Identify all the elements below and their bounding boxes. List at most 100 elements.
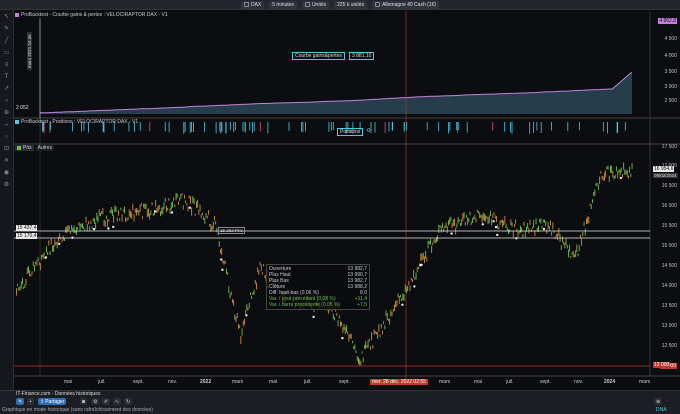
position-bar xyxy=(579,122,580,131)
candle xyxy=(409,285,411,292)
candle xyxy=(401,298,403,302)
candle xyxy=(484,213,485,221)
candle xyxy=(529,219,531,225)
candle xyxy=(197,199,199,208)
drawing-button[interactable]: ✐ xyxy=(102,398,111,405)
candle xyxy=(521,227,523,233)
candle xyxy=(461,219,463,226)
candle xyxy=(377,332,379,339)
candle xyxy=(158,204,160,210)
candle xyxy=(389,318,391,325)
settings-button[interactable]: ⚙ xyxy=(91,398,100,405)
candle xyxy=(388,319,389,322)
tab-price-label: Prix xyxy=(23,145,32,151)
candle xyxy=(404,284,406,292)
candle xyxy=(221,248,223,255)
candle xyxy=(607,165,609,170)
candle xyxy=(113,215,115,223)
candle xyxy=(86,223,88,232)
tab-others[interactable]: Autres xyxy=(35,145,55,151)
candle xyxy=(492,214,494,219)
refresh-button[interactable]: ↻ xyxy=(124,398,133,405)
candle xyxy=(126,218,128,221)
position-bar xyxy=(551,122,552,131)
candle xyxy=(469,211,471,216)
candle xyxy=(139,204,141,212)
candle xyxy=(622,174,623,178)
candle xyxy=(246,304,248,311)
trade-marker xyxy=(492,220,495,223)
candle xyxy=(619,169,621,176)
candle xyxy=(142,216,143,219)
candle xyxy=(631,163,633,169)
candle xyxy=(254,279,256,285)
candle xyxy=(29,270,31,277)
candle xyxy=(354,344,356,350)
zoom-button[interactable]: ⊕ xyxy=(654,398,663,405)
camera-button[interactable]: ◙ xyxy=(80,398,88,405)
add-button[interactable]: + xyxy=(27,398,34,405)
tab-price[interactable]: Prix xyxy=(15,145,34,151)
time-axis-label: mai xyxy=(64,379,73,385)
candle xyxy=(451,223,453,229)
hline-2-label: 15 170,4 xyxy=(16,233,38,239)
candle xyxy=(548,225,550,231)
positions-tooltip-value: 0 xyxy=(367,128,371,134)
candle xyxy=(426,257,428,262)
candle xyxy=(494,215,496,219)
candle xyxy=(20,281,22,289)
candle xyxy=(626,169,628,177)
candle xyxy=(515,219,517,224)
candle xyxy=(155,200,157,207)
candle xyxy=(204,218,206,224)
candle xyxy=(496,216,497,222)
candle xyxy=(48,240,50,246)
candle xyxy=(66,226,68,233)
ohlc-infobox: Ouverture 13 982,7 Plus Haut 13 990,7 Plus… xyxy=(266,264,370,310)
candle xyxy=(222,260,224,264)
candle xyxy=(95,222,97,230)
candle xyxy=(395,301,397,308)
candle xyxy=(407,286,409,292)
position-bar xyxy=(602,122,604,132)
position-bar xyxy=(438,122,440,132)
tool-button[interactable]: ✎ xyxy=(16,398,25,405)
position-bar xyxy=(370,122,372,134)
share-button[interactable]: ⇪ Partager xyxy=(38,398,67,405)
candle xyxy=(245,310,247,315)
candle xyxy=(188,195,190,199)
positions-title-text: ProBacktest - Positions : VELOCIRAPTOR D… xyxy=(21,119,139,125)
candle xyxy=(457,217,459,224)
candle xyxy=(23,286,25,289)
candle xyxy=(505,223,507,229)
candle xyxy=(488,215,490,223)
candle xyxy=(161,207,163,215)
candle xyxy=(133,214,135,222)
candle xyxy=(523,221,525,227)
candle xyxy=(376,332,377,335)
candle xyxy=(230,291,232,296)
position-bar xyxy=(492,122,494,131)
indicator-button[interactable]: ∿ xyxy=(113,398,122,405)
candle xyxy=(175,193,177,201)
plus-icon: + xyxy=(29,398,32,405)
position-bar xyxy=(510,122,511,133)
trade-marker xyxy=(481,223,484,226)
candle xyxy=(229,293,231,299)
candle xyxy=(190,196,191,204)
candle xyxy=(25,279,27,285)
price-axis-label: 15 000 xyxy=(661,243,677,249)
position-bar xyxy=(221,122,223,132)
candle xyxy=(239,325,241,328)
current-price-badge: 16 954,6 xyxy=(653,166,675,172)
dna-label[interactable]: DNA xyxy=(656,407,667,413)
share-button-label: Partager xyxy=(45,398,65,405)
candle xyxy=(542,219,544,223)
candle xyxy=(398,296,400,304)
candle xyxy=(574,254,575,258)
candle xyxy=(583,221,585,226)
candle xyxy=(125,217,127,222)
candle xyxy=(486,216,488,219)
candle xyxy=(218,241,220,247)
candle xyxy=(582,232,584,237)
